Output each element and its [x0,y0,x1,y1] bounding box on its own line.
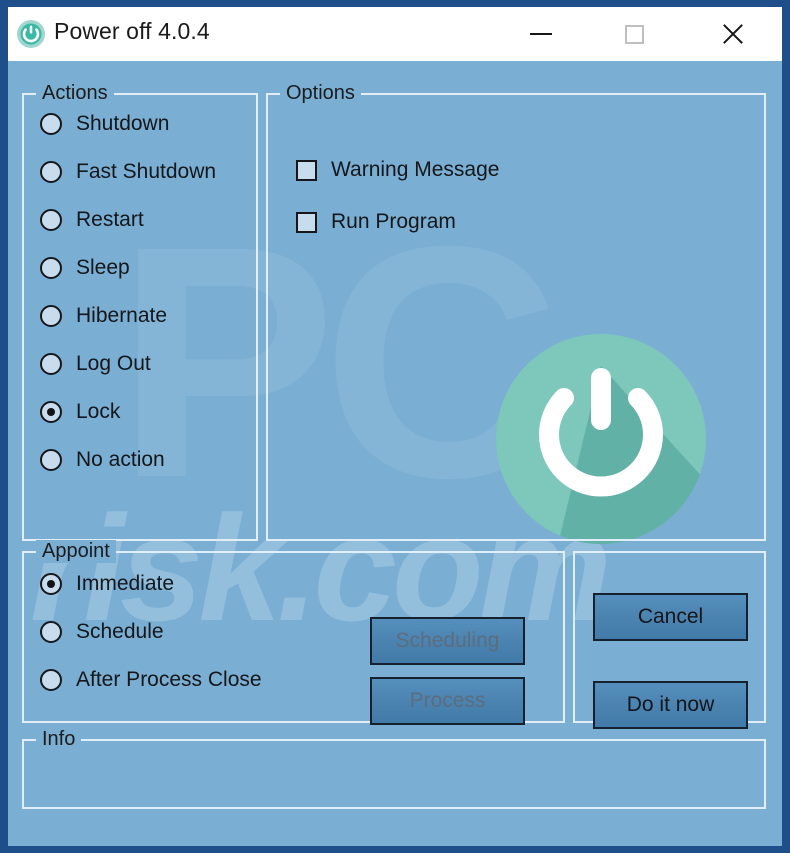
radio-label: Restart [76,208,144,231]
title-bar[interactable]: Power off 4.0.4 [8,7,782,61]
radio-hibernate[interactable]: Hibernate [40,301,167,331]
do-it-now-button[interactable]: Do it now [593,681,748,729]
radio-label: After Process Close [76,668,262,691]
radio-log-out[interactable]: Log Out [40,349,151,379]
info-panel: Info [22,728,766,809]
actions-panel-legend: Actions [36,82,114,105]
radio-label: Fast Shutdown [76,160,217,183]
maximize-icon [624,24,644,44]
radio-indicator [40,113,62,135]
cancel-button[interactable]: Cancel [593,593,748,641]
radio-restart[interactable]: Restart [40,205,144,235]
maximize-button[interactable] [605,7,663,61]
radio-indicator [40,305,62,327]
options-panel-legend: Options [280,82,361,105]
checkbox-label: Warning Message [331,158,500,181]
radio-indicator [40,669,62,691]
radio-no-action[interactable]: No action [40,445,165,475]
radio-schedule[interactable]: Schedule [40,617,164,647]
appoint-panel-legend: Appoint [36,540,116,563]
window-frame-inner: Power off 4.0.4 PC risk.com Actions Shut… [8,7,782,846]
options-panel: Options Warning Message Run Program Mess… [266,82,766,541]
actions-panel: Actions Shutdown Fast Shutdown Restart S… [22,82,258,541]
commands-panel: Cancel Do it now [573,551,766,729]
radio-label: Hibernate [76,304,168,327]
radio-label: Sleep [76,256,130,279]
minimize-icon [530,33,552,35]
radio-shutdown[interactable]: Shutdown [40,109,169,139]
checkbox-warning-message[interactable]: Warning Message [296,155,499,185]
info-panel-legend: Info [36,728,82,751]
radio-indicator [40,209,62,231]
radio-after-process-close[interactable]: After Process Close [40,665,262,695]
radio-label: No action [76,448,165,471]
scheduling-button[interactable]: Scheduling [370,617,525,665]
close-icon [720,21,746,47]
radio-fast-shutdown[interactable]: Fast Shutdown [40,157,216,187]
radio-label: Schedule [76,620,164,643]
radio-label: Log Out [76,352,151,375]
radio-lock[interactable]: Lock [40,397,120,427]
window-title: Power off 4.0.4 [54,18,210,44]
radio-sleep[interactable]: Sleep [40,253,130,283]
radio-label: Immediate [76,572,175,595]
radio-indicator [40,161,62,183]
radio-indicator [40,621,62,643]
checkbox-indicator [296,159,317,181]
appoint-panel: Appoint Immediate Schedule After Process… [22,540,565,725]
power-icon [17,20,45,48]
radio-indicator [40,573,62,595]
application-window: Power off 4.0.4 PC risk.com Actions Shut… [0,0,790,853]
checkbox-indicator [296,211,317,233]
checkbox-label: Run Program [331,210,456,233]
process-button[interactable]: Process [370,677,525,725]
checkbox-run-program[interactable]: Run Program [296,207,456,237]
close-button[interactable] [704,7,762,61]
client-area: PC risk.com Actions Shutdown Fast Shutdo… [8,61,782,846]
radio-indicator [40,257,62,279]
radio-indicator [40,449,62,471]
radio-immediate[interactable]: Immediate [40,569,174,599]
radio-indicator [40,401,62,423]
radio-label: Shutdown [76,112,170,135]
minimize-button[interactable] [512,7,570,61]
radio-indicator [40,353,62,375]
radio-label: Lock [76,400,121,423]
